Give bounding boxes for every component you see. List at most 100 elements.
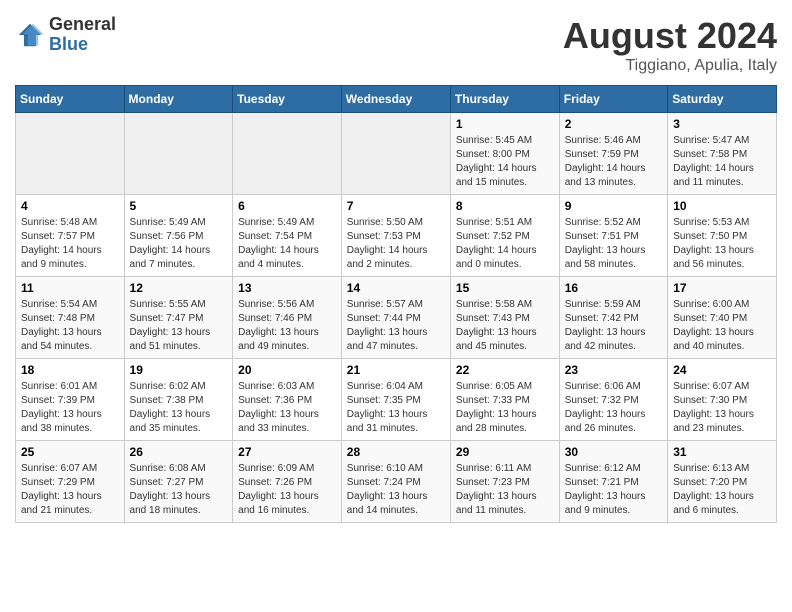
calendar-cell: 3 Sunrise: 5:47 AMSunset: 7:58 PMDaylight… <box>668 113 777 195</box>
page-header: General Blue August 2024 Tiggiano, Apuli… <box>15 15 777 75</box>
day-number: 29 <box>456 445 554 459</box>
day-number: 9 <box>565 199 662 213</box>
day-number: 27 <box>238 445 336 459</box>
day-number: 26 <box>130 445 228 459</box>
day-number: 4 <box>21 199 119 213</box>
day-number: 11 <box>21 281 119 295</box>
day-info: Sunrise: 5:47 AMSunset: 7:58 PMDaylight:… <box>673 134 771 190</box>
calendar-cell: 29 Sunrise: 6:11 AMSunset: 7:23 PMDayligh… <box>450 441 559 523</box>
day-number: 3 <box>673 117 771 131</box>
calendar-cell: 31 Sunrise: 6:13 AMSunset: 7:20 PMDayligh… <box>668 441 777 523</box>
calendar-cell: 1Sunrise: 5:45 AMSunset: 8:00 PMDaylight… <box>450 113 559 195</box>
calendar-cell: 17Sunrise: 6:00 AMSunset: 7:40 PMDayligh… <box>668 277 777 359</box>
day-info: Sunrise: 5:59 AMSunset: 7:42 PMDaylight:… <box>565 298 662 354</box>
day-number: 24 <box>673 363 771 377</box>
location: Tiggiano, Apulia, Italy <box>563 57 777 75</box>
day-info: Sunrise: 6:12 AMSunset: 7:21 PMDaylight:… <box>565 462 662 518</box>
header-thursday: Thursday <box>450 86 559 113</box>
title-block: August 2024 Tiggiano, Apulia, Italy <box>563 15 777 75</box>
day-info: Sunrise: 5:49 AMSunset: 7:54 PMDaylight:… <box>238 216 336 272</box>
day-info: Sunrise: 6:07 AMSunset: 7:29 PMDaylight:… <box>21 462 119 518</box>
day-number: 17 <box>673 281 771 295</box>
calendar-cell <box>16 113 125 195</box>
logo: General Blue <box>15 15 116 55</box>
day-info: Sunrise: 6:11 AMSunset: 7:23 PMDaylight:… <box>456 462 554 518</box>
day-info: Sunrise: 5:58 AMSunset: 7:43 PMDaylight:… <box>456 298 554 354</box>
logo-text: General Blue <box>49 15 116 55</box>
day-number: 22 <box>456 363 554 377</box>
day-number: 20 <box>238 363 336 377</box>
calendar-cell: 9 Sunrise: 5:52 AMSunset: 7:51 PMDaylight… <box>559 195 667 277</box>
calendar-cell: 25 Sunrise: 6:07 AMSunset: 7:29 PMDayligh… <box>16 441 125 523</box>
day-number: 23 <box>565 363 662 377</box>
calendar-cell: 10 Sunrise: 5:53 AMSunset: 7:50 PMDayligh… <box>668 195 777 277</box>
calendar-cell: 12 Sunrise: 5:55 AMSunset: 7:47 PMDayligh… <box>124 277 233 359</box>
calendar-cell: 15 Sunrise: 5:58 AMSunset: 7:43 PMDayligh… <box>450 277 559 359</box>
calendar-cell: 24 Sunrise: 6:07 AMSunset: 7:30 PMDayligh… <box>668 359 777 441</box>
day-info: Sunrise: 6:13 AMSunset: 7:20 PMDaylight:… <box>673 462 771 518</box>
day-number: 15 <box>456 281 554 295</box>
day-info: Sunrise: 6:02 AMSunset: 7:38 PMDaylight:… <box>130 380 228 436</box>
day-info: Sunrise: 5:52 AMSunset: 7:51 PMDaylight:… <box>565 216 662 272</box>
day-number: 14 <box>347 281 445 295</box>
day-number: 12 <box>130 281 228 295</box>
calendar-cell: 19 Sunrise: 6:02 AMSunset: 7:38 PMDayligh… <box>124 359 233 441</box>
calendar-cell: 30 Sunrise: 6:12 AMSunset: 7:21 PMDayligh… <box>559 441 667 523</box>
day-info: Sunrise: 6:03 AMSunset: 7:36 PMDaylight:… <box>238 380 336 436</box>
header-monday: Monday <box>124 86 233 113</box>
calendar-cell: 14 Sunrise: 5:57 AMSunset: 7:44 PMDayligh… <box>341 277 450 359</box>
day-info: Sunrise: 6:05 AMSunset: 7:33 PMDaylight:… <box>456 380 554 436</box>
calendar-cell: 6 Sunrise: 5:49 AMSunset: 7:54 PMDaylight… <box>233 195 342 277</box>
calendar-header: Sunday Monday Tuesday Wednesday Thursday… <box>16 86 777 113</box>
day-info: Sunrise: 5:53 AMSunset: 7:50 PMDaylight:… <box>673 216 771 272</box>
logo-icon <box>15 20 45 50</box>
day-number: 5 <box>130 199 228 213</box>
day-number: 28 <box>347 445 445 459</box>
calendar-cell: 4 Sunrise: 5:48 AMSunset: 7:57 PMDaylight… <box>16 195 125 277</box>
calendar-cell: 7Sunrise: 5:50 AMSunset: 7:53 PMDaylight… <box>341 195 450 277</box>
day-number: 2 <box>565 117 662 131</box>
calendar-cell <box>124 113 233 195</box>
day-number: 19 <box>130 363 228 377</box>
calendar-cell: 13Sunrise: 5:56 AMSunset: 7:46 PMDayligh… <box>233 277 342 359</box>
day-info: Sunrise: 5:48 AMSunset: 7:57 PMDaylight:… <box>21 216 119 272</box>
calendar-cell: 27Sunrise: 6:09 AMSunset: 7:26 PMDayligh… <box>233 441 342 523</box>
calendar-cell: 18Sunrise: 6:01 AMSunset: 7:39 PMDayligh… <box>16 359 125 441</box>
calendar-cell <box>233 113 342 195</box>
header-sunday: Sunday <box>16 86 125 113</box>
day-info: Sunrise: 6:01 AMSunset: 7:39 PMDaylight:… <box>21 380 119 436</box>
day-info: Sunrise: 5:54 AMSunset: 7:48 PMDaylight:… <box>21 298 119 354</box>
day-number: 21 <box>347 363 445 377</box>
calendar-cell: 2Sunrise: 5:46 AMSunset: 7:59 PMDaylight… <box>559 113 667 195</box>
day-number: 25 <box>21 445 119 459</box>
logo-blue: Blue <box>49 35 116 55</box>
day-info: Sunrise: 5:57 AMSunset: 7:44 PMDaylight:… <box>347 298 445 354</box>
calendar-cell: 16 Sunrise: 5:59 AMSunset: 7:42 PMDayligh… <box>559 277 667 359</box>
calendar-week-3: 11 Sunrise: 5:54 AMSunset: 7:48 PMDayligh… <box>16 277 777 359</box>
logo-general: General <box>49 15 116 35</box>
header-tuesday: Tuesday <box>233 86 342 113</box>
header-row: Sunday Monday Tuesday Wednesday Thursday… <box>16 86 777 113</box>
day-info: Sunrise: 6:07 AMSunset: 7:30 PMDaylight:… <box>673 380 771 436</box>
day-number: 10 <box>673 199 771 213</box>
day-number: 13 <box>238 281 336 295</box>
calendar-cell: 26 Sunrise: 6:08 AMSunset: 7:27 PMDayligh… <box>124 441 233 523</box>
day-info: Sunrise: 6:08 AMSunset: 7:27 PMDaylight:… <box>130 462 228 518</box>
calendar-cell: 8Sunrise: 5:51 AMSunset: 7:52 PMDaylight… <box>450 195 559 277</box>
header-saturday: Saturday <box>668 86 777 113</box>
day-info: Sunrise: 6:10 AMSunset: 7:24 PMDaylight:… <box>347 462 445 518</box>
day-number: 16 <box>565 281 662 295</box>
calendar-body: 1Sunrise: 5:45 AMSunset: 8:00 PMDaylight… <box>16 113 777 523</box>
day-number: 7 <box>347 199 445 213</box>
day-number: 6 <box>238 199 336 213</box>
month-year: August 2024 <box>563 15 777 57</box>
calendar-cell: 23Sunrise: 6:06 AMSunset: 7:32 PMDayligh… <box>559 359 667 441</box>
calendar-week-2: 4 Sunrise: 5:48 AMSunset: 7:57 PMDaylight… <box>16 195 777 277</box>
calendar-cell: 22 Sunrise: 6:05 AMSunset: 7:33 PMDayligh… <box>450 359 559 441</box>
day-number: 30 <box>565 445 662 459</box>
day-info: Sunrise: 5:55 AMSunset: 7:47 PMDaylight:… <box>130 298 228 354</box>
day-number: 1 <box>456 117 554 131</box>
day-info: Sunrise: 5:51 AMSunset: 7:52 PMDaylight:… <box>456 216 554 272</box>
day-number: 31 <box>673 445 771 459</box>
day-info: Sunrise: 6:04 AMSunset: 7:35 PMDaylight:… <box>347 380 445 436</box>
